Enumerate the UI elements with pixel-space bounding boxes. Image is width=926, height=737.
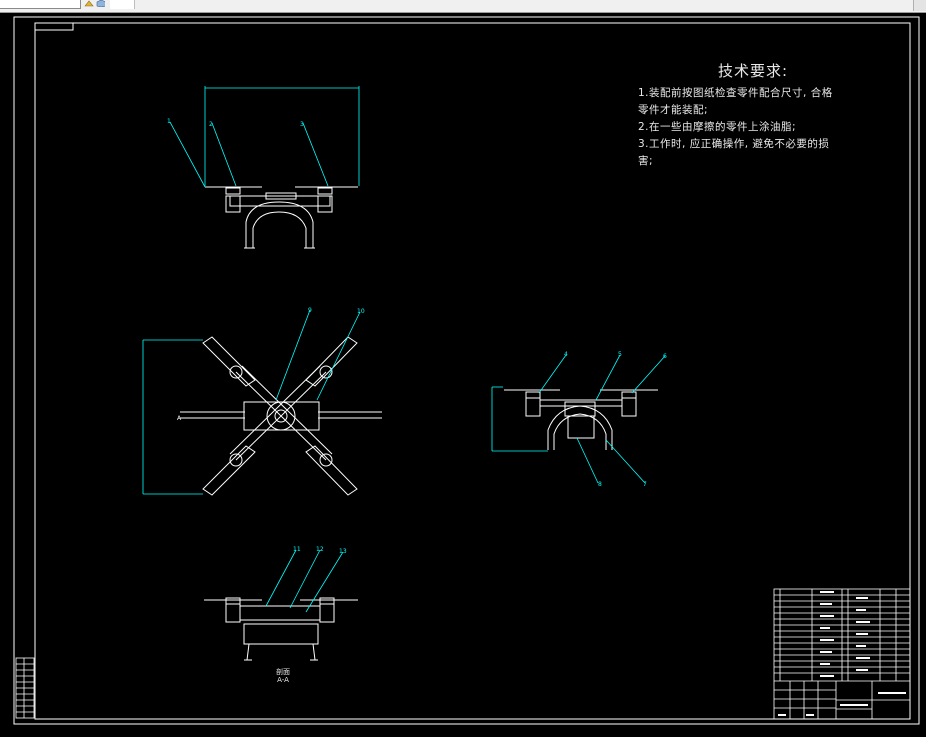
balloon-5: 5 xyxy=(618,351,622,358)
tech-requirements-title: 技术要求: xyxy=(717,62,789,80)
plan-view xyxy=(180,336,382,496)
plan-view-leaders xyxy=(275,309,361,401)
section-view xyxy=(204,597,358,661)
front-view xyxy=(205,186,358,249)
tech-requirements-line: 零件才能装配; xyxy=(638,104,709,116)
balloon-7: 7 xyxy=(643,481,647,488)
side-view-leaders xyxy=(538,354,666,484)
balloon-12: 12 xyxy=(316,546,324,553)
balloon-2: 2 xyxy=(209,121,213,128)
balloon-8: 8 xyxy=(598,481,602,488)
section-name: A-A xyxy=(277,676,289,684)
tech-requirements-line: 1.装配前按图纸检查零件配合尺寸, 合格 xyxy=(638,87,833,99)
tech-requirements: 技术要求: 1.装配前按图纸检查零件配合尺寸, 合格 零件才能装配; 2.在一些… xyxy=(638,60,868,170)
section-view-leaders xyxy=(265,549,344,613)
plan-view-dimension xyxy=(142,339,203,495)
front-view-dimension xyxy=(204,86,360,186)
tech-requirements-line: 2.在一些由摩擦的零件上涂油脂; xyxy=(638,121,797,133)
balloon-11: 11 xyxy=(293,546,301,553)
balloon-13: 13 xyxy=(339,548,347,555)
balloon-10: 10 xyxy=(357,308,365,315)
front-view-leaders xyxy=(169,121,329,188)
side-view xyxy=(504,389,658,450)
tech-requirements-line: 3.工作时, 应正确操作, 避免不必要的损 xyxy=(638,138,830,150)
tech-requirements-line: 害; xyxy=(638,155,654,167)
balloon-9: 9 xyxy=(308,307,312,314)
balloon-1: 1 xyxy=(167,118,171,125)
left-strip-table xyxy=(15,657,35,719)
balloon-3: 3 xyxy=(300,121,304,128)
title-block xyxy=(773,588,911,720)
balloon-6: 6 xyxy=(663,353,667,360)
balloon-4: 4 xyxy=(564,351,568,358)
